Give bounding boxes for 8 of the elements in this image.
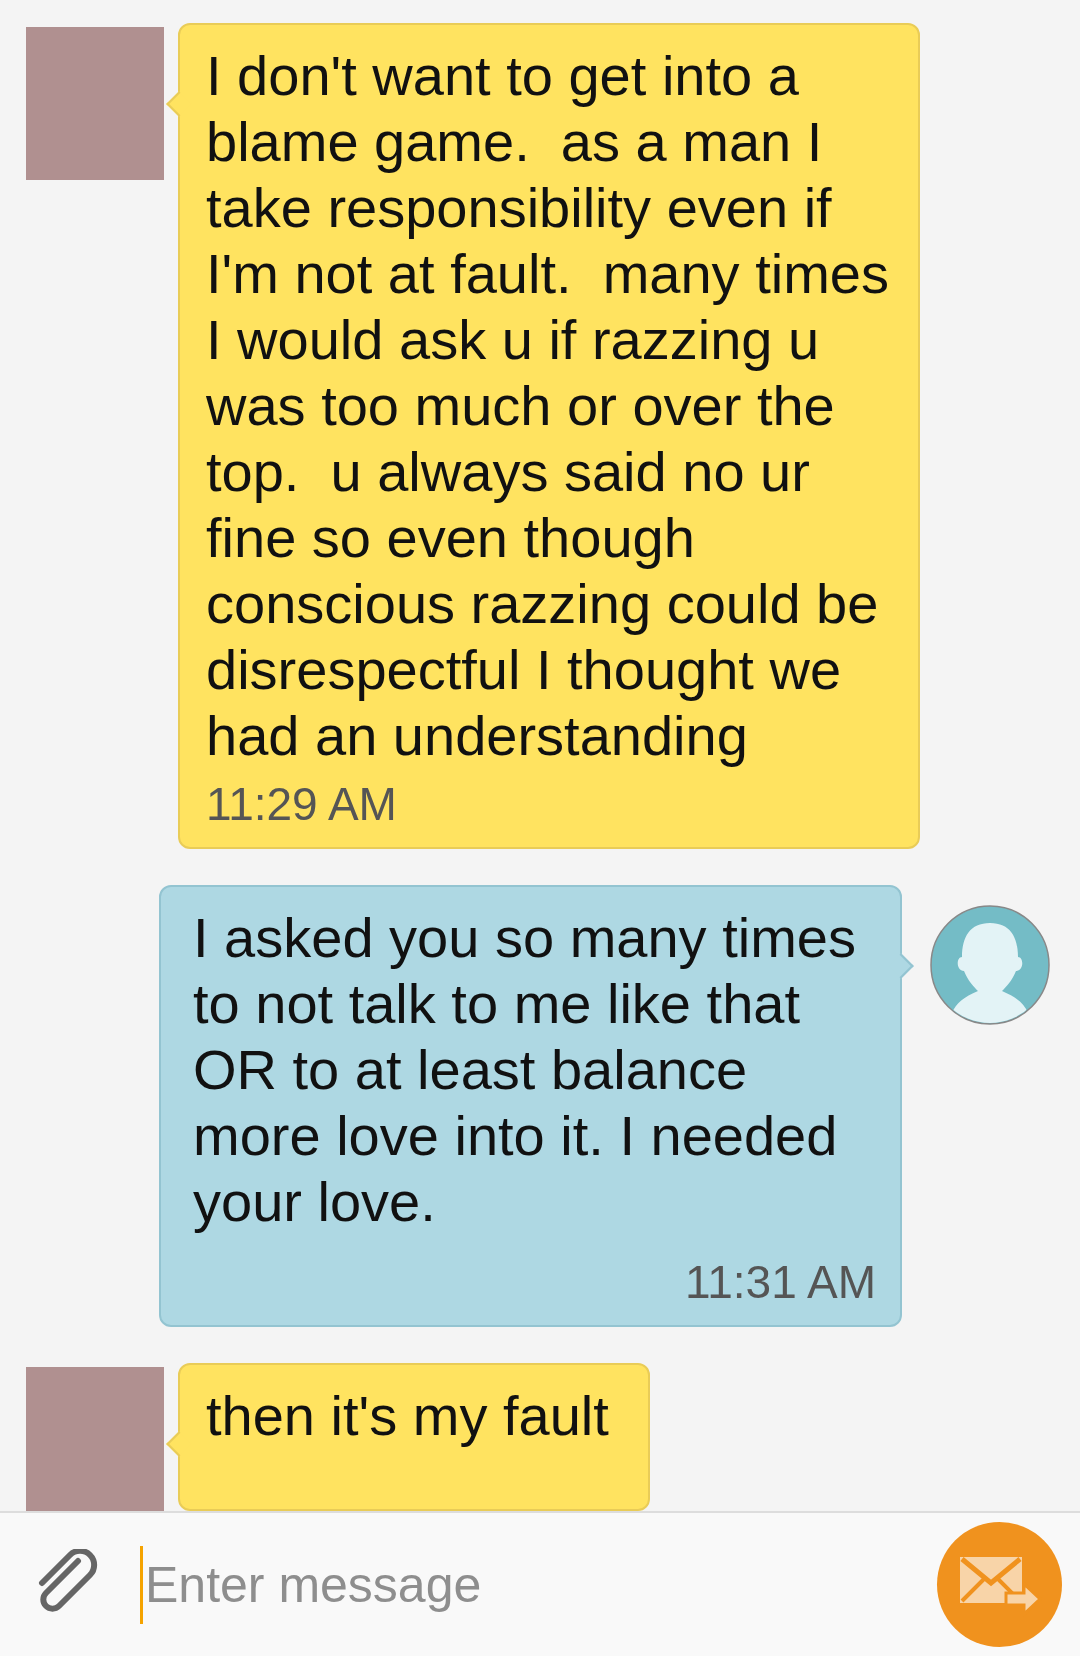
avatar-icon [930,905,1050,1025]
message-input-bar[interactable]: Enter message [0,1511,1080,1656]
message-text: I don't want to get into a blame game. as a man I take responsibility even if I'm not at fault. many times I would ask u if razzing u was too much or over the top. u always said no ur fine so even though conscious razzing could be disrespectful I thought we had an understanding [206,43,890,769]
message-input-field[interactable]: Enter message [140,1545,897,1624]
message-text: then it's my fault [206,1383,610,1449]
message-time: 11:31 AM [684,1257,876,1307]
message-time: 11:29 AM [206,779,398,829]
message-text: I asked you so many times to not talk to me like that OR to at least balance more love into it. I needed your love. [193,905,857,1235]
